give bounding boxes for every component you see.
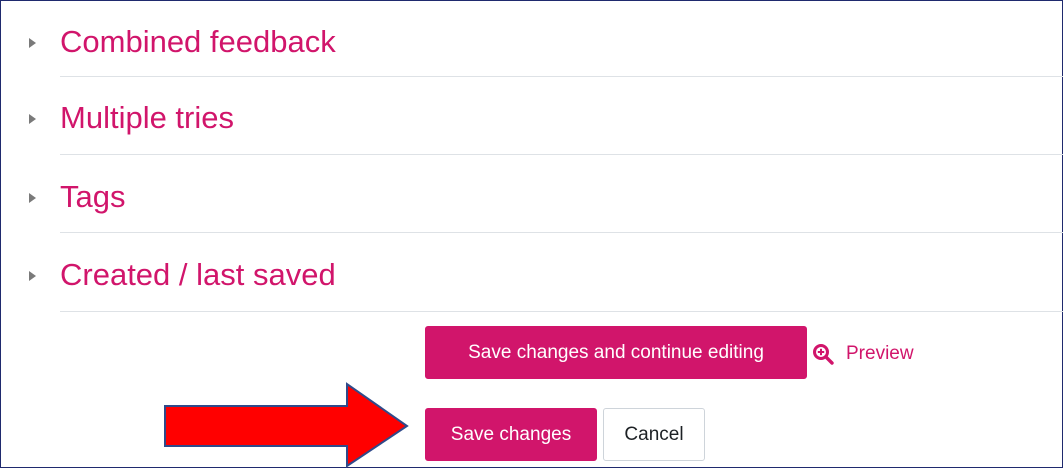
section-title[interactable]: Created / last saved <box>60 259 336 290</box>
preview-link[interactable]: Preview <box>812 340 914 368</box>
caret-right-icon[interactable] <box>29 38 36 48</box>
zoom-in-icon <box>813 344 834 365</box>
section-divider <box>60 232 1063 233</box>
cancel-button[interactable]: Cancel <box>603 408 705 461</box>
section-title[interactable]: Multiple tries <box>60 102 234 133</box>
caret-right-icon[interactable] <box>29 114 36 124</box>
section-divider <box>60 76 1063 77</box>
section-divider <box>60 311 1063 312</box>
section-title[interactable]: Tags <box>60 181 125 212</box>
right-arrow-icon <box>164 382 409 468</box>
section-title[interactable]: Combined feedback <box>60 26 336 57</box>
section-created-last-saved[interactable]: Created / last saved <box>0 234 1063 312</box>
caret-right-icon[interactable] <box>29 271 36 281</box>
caret-right-icon[interactable] <box>29 193 36 203</box>
section-divider <box>60 154 1063 155</box>
save-changes-button[interactable]: Save changes <box>425 408 597 461</box>
section-tags[interactable]: Tags <box>0 156 1063 234</box>
preview-label[interactable]: Preview <box>846 343 914 365</box>
save-and-continue-button[interactable]: Save changes and continue editing <box>425 326 807 379</box>
section-combined-feedback[interactable]: Combined feedback <box>0 2 1063 80</box>
section-multiple-tries[interactable]: Multiple tries <box>0 78 1063 156</box>
